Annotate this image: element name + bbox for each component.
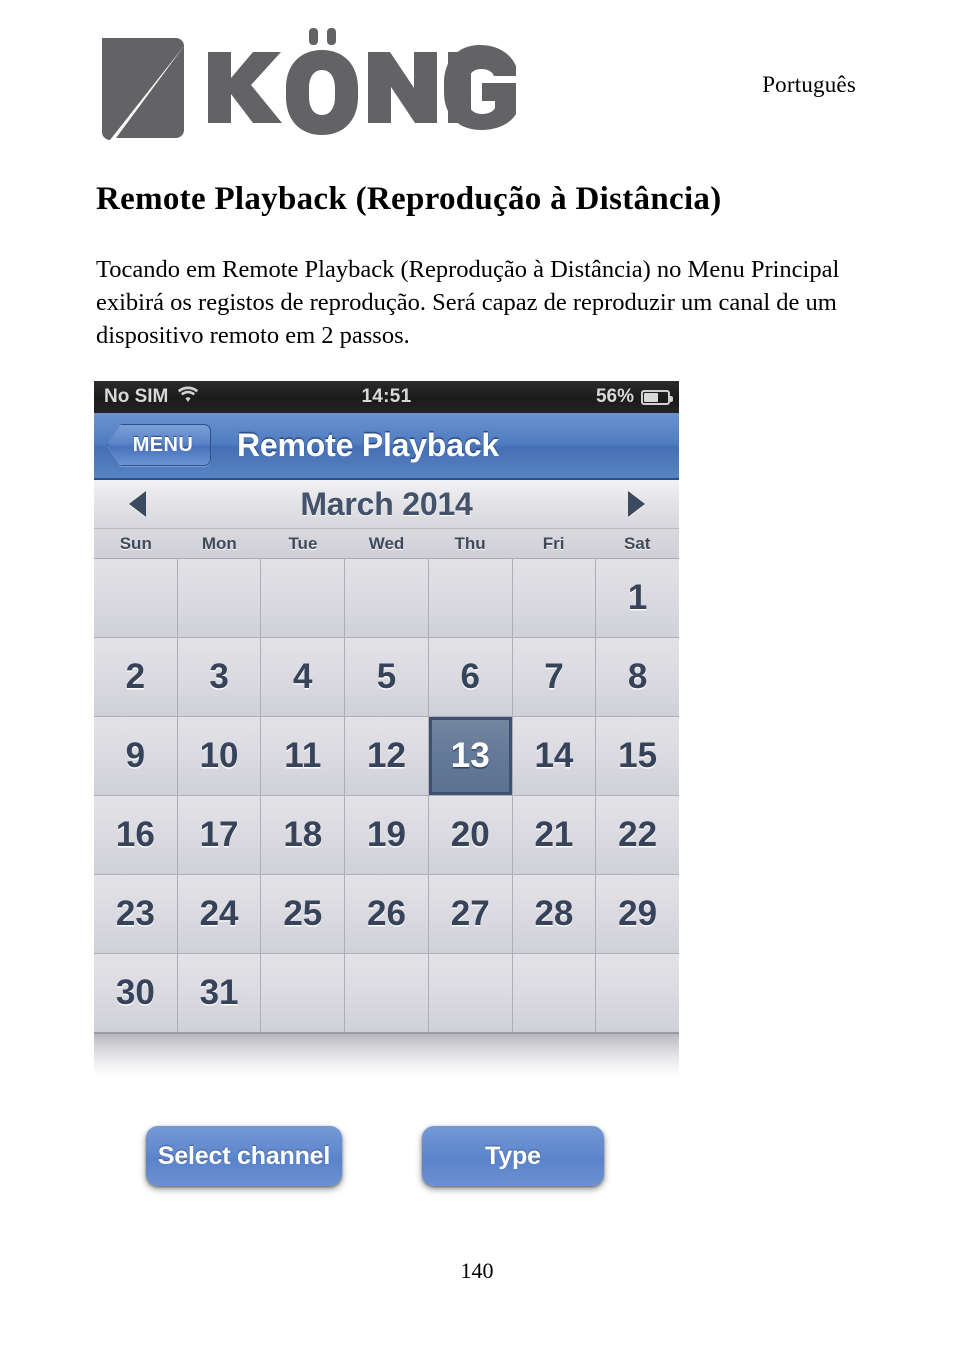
page-header: Português (0, 0, 954, 165)
weekday-label-wed: Wed (368, 533, 405, 553)
könig-logo (96, 28, 516, 148)
select-channel-button[interactable]: Select channel (146, 1126, 342, 1186)
next-month-button[interactable] (607, 480, 665, 528)
calendar-day-27[interactable]: 27 (428, 875, 512, 953)
calendar-day-2[interactable]: 2 (94, 638, 177, 716)
calendar-day-8[interactable]: 8 (596, 638, 679, 716)
status-bar: No SIM 14:51 56% (94, 381, 679, 413)
calendar-day-23[interactable]: 23 (94, 875, 177, 953)
calendar-day-28[interactable]: 28 (512, 875, 596, 953)
calendar-day-9[interactable]: 9 (94, 717, 177, 795)
calendar-day-21[interactable]: 21 (512, 796, 596, 874)
calendar-day-10[interactable]: 10 (177, 717, 261, 795)
calendar-day-4[interactable]: 4 (261, 638, 345, 716)
page-title: Remote Playback (Reprodução à Distância) (96, 181, 722, 217)
calendar-cell-empty (345, 954, 428, 1032)
calendar-month-label: March 2014 (300, 485, 473, 522)
battery-icon (641, 389, 673, 405)
clock-label: 14:51 (361, 386, 412, 407)
calendar-day-29[interactable]: 29 (596, 875, 679, 953)
calendar-day-7[interactable]: 7 (512, 638, 596, 716)
triangle-right-icon (627, 491, 645, 517)
calendar-day-17[interactable]: 17 (177, 796, 261, 874)
calendar-day-16[interactable]: 16 (94, 796, 177, 874)
weekday-label-thu: Thu (454, 533, 486, 553)
action-button-row: Select channel Type (94, 1126, 679, 1196)
calendar-day-24[interactable]: 24 (177, 875, 261, 953)
type-button[interactable]: Type (422, 1126, 604, 1186)
calendar-cell-empty (596, 954, 679, 1032)
menu-back-button-label[interactable]: MENU (107, 424, 211, 466)
triangle-left-icon (128, 491, 146, 517)
weekday-header-row: Sun Mon Tue Wed Thu Fri Sat (94, 529, 679, 559)
calendar-day-3[interactable]: 3 (177, 638, 261, 716)
calendar-cell-empty (428, 559, 512, 637)
weekday-label-sat: Sat (623, 533, 651, 553)
prev-month-button[interactable] (108, 480, 166, 528)
battery-percent-label: 56% (595, 386, 634, 407)
language-label: Português (762, 72, 856, 97)
calendar-cell-empty (261, 954, 345, 1032)
calendar-cell-empty (428, 954, 512, 1032)
weekday-label-sun: Sun (119, 533, 152, 553)
calendar-day-31[interactable]: 31 (177, 954, 261, 1032)
menu-back-button[interactable]: MENU (107, 424, 211, 466)
calendar-day-26[interactable]: 26 (345, 875, 428, 953)
calendar-day-14[interactable]: 14 (512, 717, 596, 795)
calendar-day-5[interactable]: 5 (345, 638, 428, 716)
calendar-day-22[interactable]: 22 (596, 796, 679, 874)
status-bar-right: 56% (595, 386, 673, 408)
calendar-cell-empty (512, 954, 596, 1032)
calendar-cell-empty (512, 559, 596, 637)
nav-title: Remote Playback (237, 427, 500, 463)
calendar-day-6[interactable]: 6 (428, 638, 512, 716)
calendar-grid[interactable]: 1 2 3 4 5 6 7 8 9 10 11 12 13 14 15 16 17 18 19 20 21 22 23 24 2… (94, 559, 679, 1034)
page-number: 140 (460, 1258, 494, 1283)
calendar-day-12[interactable]: 12 (345, 717, 428, 795)
calendar-day-25[interactable]: 25 (261, 875, 345, 953)
calendar-cell-empty (94, 559, 177, 637)
calendar-day-30[interactable]: 30 (94, 954, 177, 1032)
nav-bar: MENU Remote Playback (94, 413, 679, 480)
screenshot-fade (94, 1034, 679, 1076)
calendar-day-11[interactable]: 11 (261, 717, 345, 795)
weekday-label-fri: Fri (542, 533, 565, 553)
calendar-day-15[interactable]: 15 (596, 717, 679, 795)
calendar-day-19[interactable]: 19 (345, 796, 428, 874)
calendar-day-13[interactable]: 13 (428, 717, 512, 795)
calendar-day-1[interactable]: 1 (596, 559, 679, 637)
calendar-cell-empty (345, 559, 428, 637)
calendar-cell-empty (261, 559, 345, 637)
calendar-day-18[interactable]: 18 (261, 796, 345, 874)
calendar-day-20[interactable]: 20 (428, 796, 512, 874)
calendar-cell-empty (177, 559, 261, 637)
phone-screenshot: No SIM 14:51 56% MENU Remote Playback Ma… (94, 381, 679, 1081)
weekday-label-mon: Mon (201, 533, 237, 553)
weekday-label-tue: Tue (288, 533, 318, 553)
intro-paragraph: Tocando em Remote Playback (Reprodução à… (96, 256, 840, 349)
calendar-header: March 2014 (94, 480, 679, 529)
